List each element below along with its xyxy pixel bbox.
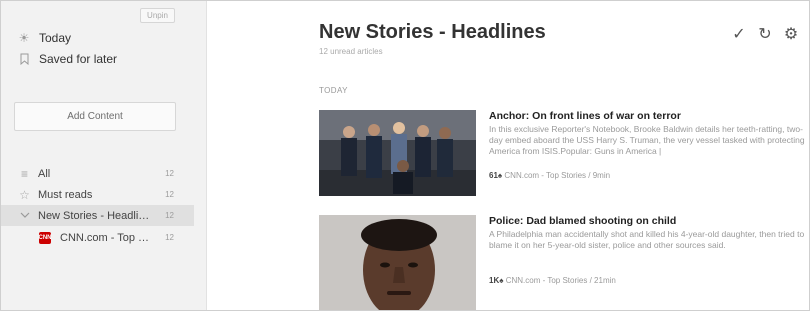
article-title[interactable]: Anchor: On front lines of war on terror: [489, 110, 681, 122]
page-title: New Stories - Headlines: [319, 21, 546, 43]
article-meta: 61♠ CNN.com - Top Stories / 9min: [489, 171, 610, 180]
unread-summary: 12 unread articles: [319, 47, 383, 56]
unread-count: 12: [165, 233, 174, 242]
article-meta: 1K♠ CNN.com - Top Stories / 21min: [489, 276, 616, 285]
sidebar: Unpin ☀ Today Saved for later Add Conten…: [1, 1, 207, 310]
section-heading: TODAY: [319, 86, 348, 95]
article-title[interactable]: Police: Dad blamed shooting on child: [489, 215, 676, 227]
nav-today[interactable]: ☀ Today: [17, 31, 71, 45]
unpin-button[interactable]: Unpin: [140, 8, 175, 23]
article-snippet: A Philadelphia man accidentally shot and…: [489, 229, 805, 250]
refresh-icon[interactable]: ↻: [757, 25, 773, 43]
nav-saved-label: Saved for later: [39, 52, 118, 66]
article-source: CNN.com - Top Stories / 9min: [504, 171, 611, 180]
gear-icon[interactable]: ⚙: [783, 25, 799, 43]
unread-count: 12: [165, 211, 174, 220]
app-window: Unpin ☀ Today Saved for later Add Conten…: [0, 0, 810, 311]
feed-label: CNN.com - Top Sto...: [60, 231, 150, 244]
add-content-button[interactable]: Add Content: [14, 102, 176, 131]
feed-label: New Stories - Headlines: [38, 209, 150, 222]
article-source: CNN.com - Top Stories / 21min: [505, 276, 616, 285]
bookmark-icon: [17, 52, 31, 66]
nav-saved-for-later[interactable]: Saved for later: [17, 52, 117, 66]
article-thumbnail[interactable]: [319, 215, 476, 310]
nav-today-label: Today: [39, 31, 72, 45]
article-item[interactable]: Police: Dad blamed shooting on child A P…: [319, 215, 809, 310]
article-item[interactable]: Anchor: On front lines of war on terror …: [319, 110, 809, 198]
feed-item-cnn[interactable]: CNN CNN.com - Top Sto... 12: [1, 227, 194, 248]
header-actions: ✓ ↻ ⚙: [731, 25, 799, 43]
feed-item-must-reads[interactable]: ☆ Must reads 12: [1, 184, 194, 205]
star-icon: ☆: [19, 187, 30, 202]
unread-count: 12: [165, 190, 174, 199]
sun-icon: ☀: [18, 31, 30, 45]
engagement-count: 61♠: [489, 171, 503, 180]
chevron-down-icon[interactable]: [18, 212, 31, 219]
engagement-count: 1K♠: [489, 276, 504, 285]
cnn-logo: CNN: [39, 231, 52, 244]
feed-label: Must reads: [38, 188, 93, 201]
mark-read-icon[interactable]: ✓: [731, 25, 747, 43]
feed-item-new-stories[interactable]: New Stories - Headlines 12: [1, 205, 194, 226]
main-content: New Stories - Headlines 12 unread articl…: [207, 1, 809, 310]
article-snippet: In this exclusive Reporter's Notebook, B…: [489, 124, 805, 156]
list-icon: ≡: [20, 166, 28, 181]
feed-item-all[interactable]: ≡ All 12: [1, 163, 194, 184]
feed-label: All: [38, 167, 51, 180]
unread-count: 12: [165, 169, 174, 178]
article-thumbnail[interactable]: [319, 110, 476, 196]
